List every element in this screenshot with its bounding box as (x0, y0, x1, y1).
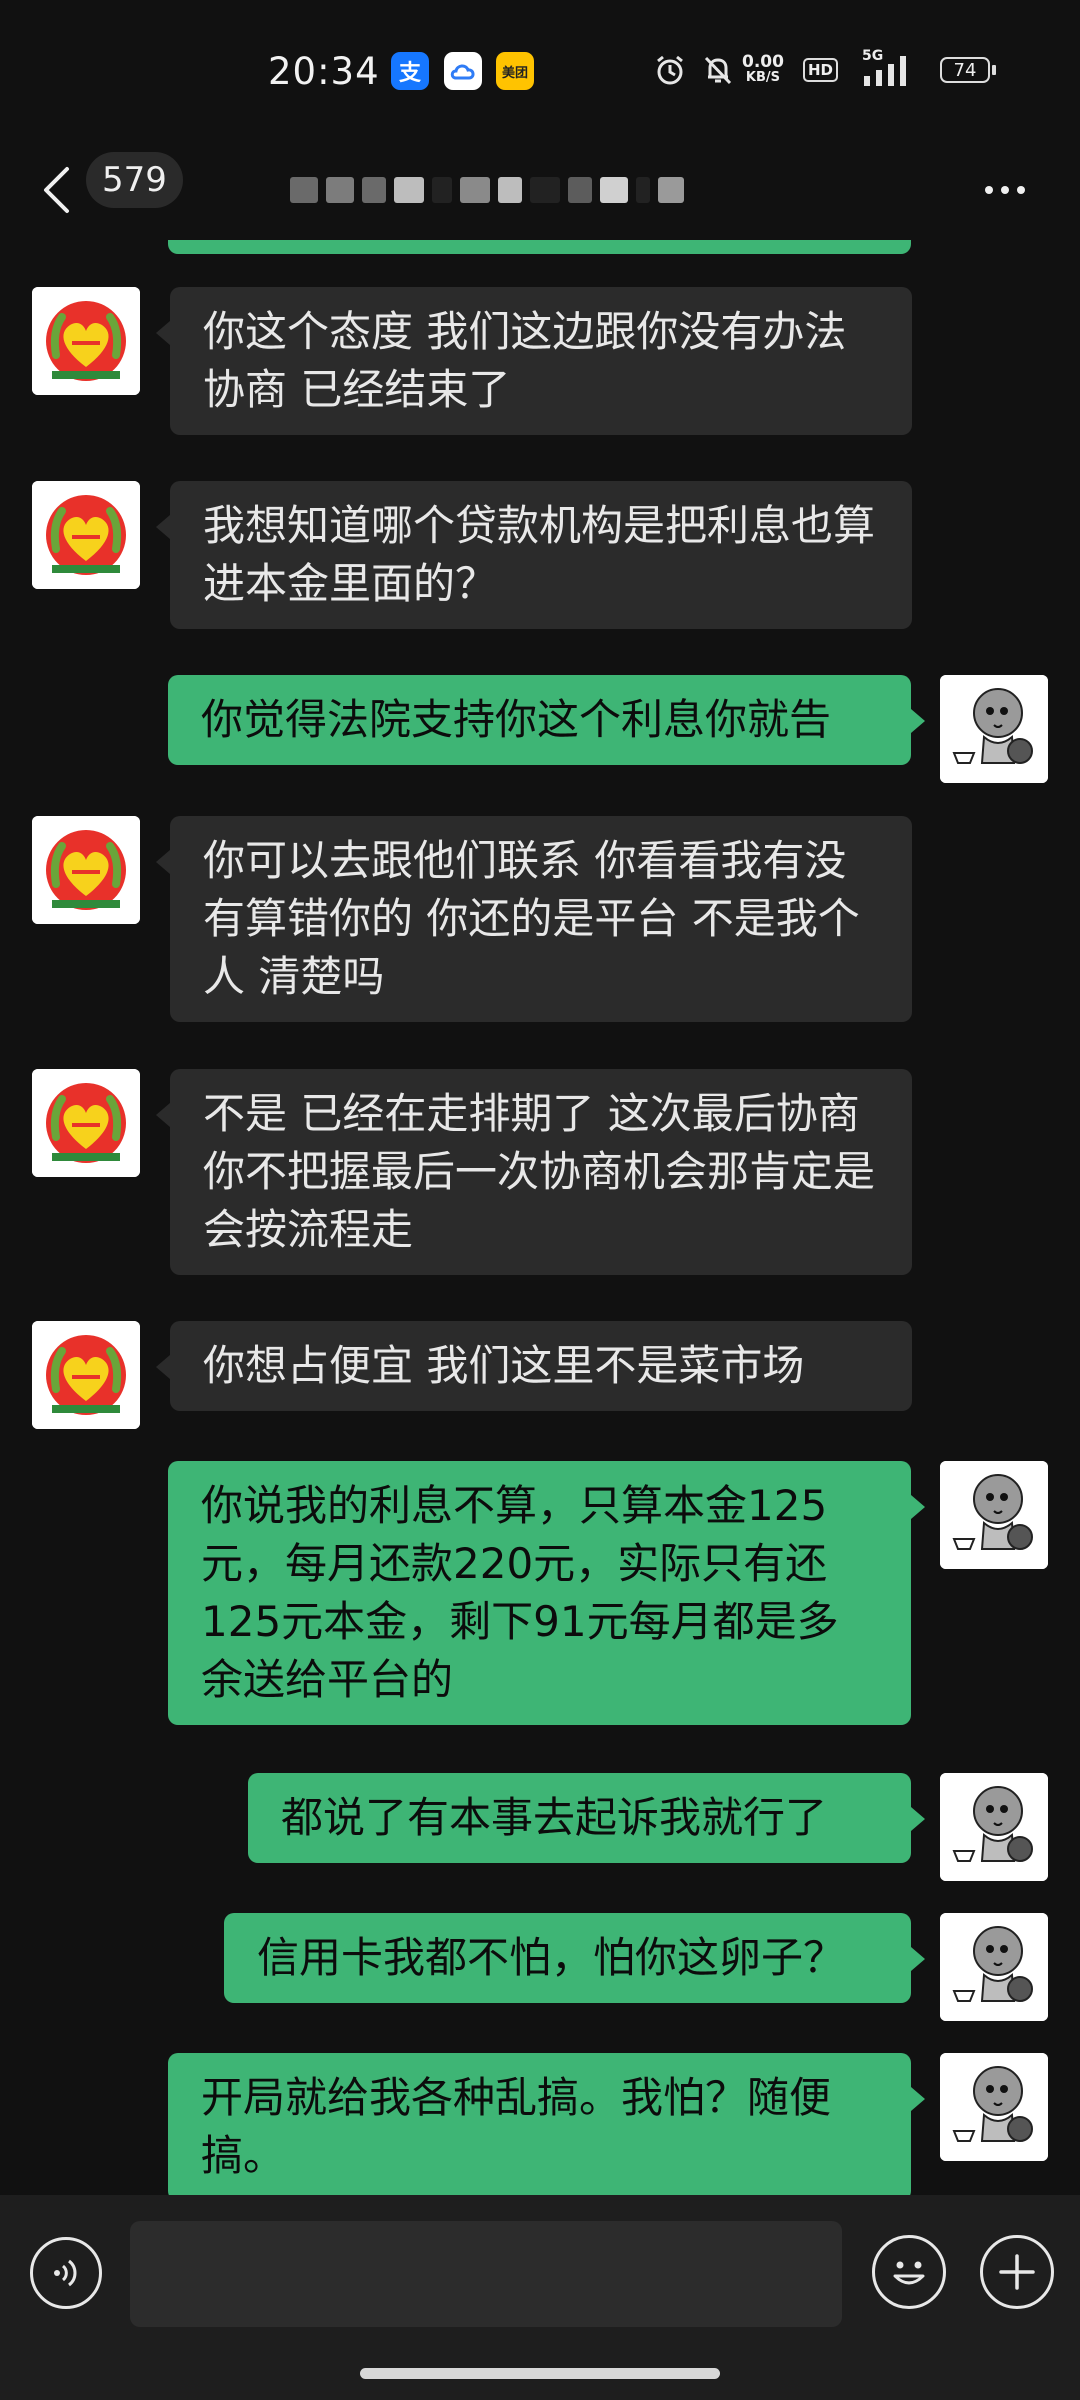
party-emblem-avatar-icon (32, 1069, 140, 1177)
contact-avatar[interactable] (32, 816, 140, 924)
cartoon-character-avatar-icon (940, 1773, 1048, 1881)
chat-header: 579 (0, 140, 1080, 240)
incoming-message-bubble[interactable]: 你这个态度 我们这边跟你没有办法协商 已经结束了 (156, 287, 912, 435)
incoming-message-bubble[interactable]: 你想占便宜 我们这里不是菜市场 (156, 1321, 912, 1411)
status-bar: 20:34 支 美团 0.00 KB/S HD 5G 74 (0, 0, 1080, 140)
network-speed: 0.00 KB/S (742, 48, 784, 92)
party-emblem-avatar-icon (32, 816, 140, 924)
mute-bell-icon (700, 48, 736, 92)
hd-label: HD (803, 58, 839, 82)
incoming-message-bubble[interactable]: 你可以去跟他们联系 你看看我有没有算错你的 你还的是平台 不是我个人 清楚吗 (156, 816, 912, 1022)
network-speed-unit: KB/S (745, 70, 781, 85)
cartoon-character-avatar-icon (940, 2053, 1048, 2161)
hd-voice-indicator: HD (803, 48, 839, 92)
party-emblem-avatar-icon (32, 481, 140, 589)
outgoing-message-bubble[interactable]: 都说了有本事去起诉我就行了 (248, 1773, 925, 1863)
incoming-message-bubble[interactable]: 不是 已经在走排期了 这次最后协商 你不把握最后一次协商机会那肯定是会按流程走 (156, 1069, 912, 1275)
plus-icon (999, 2254, 1035, 2290)
my-avatar[interactable] (940, 1913, 1048, 2021)
contact-avatar[interactable] (32, 287, 140, 395)
more-options-button[interactable] (980, 170, 1030, 210)
cloud-app-notification-icon (444, 52, 482, 90)
outgoing-message-bubble[interactable]: 信用卡我都不怕，怕你这卵子？ (224, 1913, 925, 2003)
status-time: 20:34 (268, 50, 380, 93)
voice-input-button[interactable] (30, 2237, 102, 2309)
battery-icon: 74 (940, 48, 996, 92)
message-list[interactable]: 你这个态度 我们这边跟你没有办法协商 已经结束了 我想知道哪个贷款机构是把利息也… (0, 240, 1080, 2195)
emoji-button[interactable] (872, 2235, 946, 2309)
contact-avatar[interactable] (32, 1069, 140, 1177)
outgoing-message-bubble[interactable]: 开局就给我各种乱搞。我怕？随便搞。 (168, 2053, 925, 2195)
my-avatar[interactable] (940, 675, 1048, 783)
cartoon-character-avatar-icon (940, 1461, 1048, 1569)
previous-message-sliver (168, 240, 911, 254)
more-horizontal-icon (985, 186, 993, 194)
cartoon-character-avatar-icon (940, 675, 1048, 783)
outgoing-message-bubble[interactable]: 你觉得法院支持你这个利息你就告 (168, 675, 925, 765)
incoming-message-bubble[interactable]: 我想知道哪个贷款机构是把利息也算进本金里面的？ (156, 481, 912, 629)
alipay-notification-icon: 支 (391, 52, 429, 90)
party-emblem-avatar-icon (32, 1321, 140, 1429)
alarm-icon (652, 48, 688, 92)
party-emblem-avatar-icon (32, 287, 140, 395)
unread-count-badge[interactable]: 579 (86, 152, 183, 208)
back-button[interactable] (34, 158, 78, 222)
contact-avatar[interactable] (32, 481, 140, 589)
contact-avatar[interactable] (32, 1321, 140, 1429)
message-input[interactable] (130, 2221, 842, 2327)
chevron-left-icon (44, 167, 69, 213)
emoji-icon (893, 2261, 925, 2285)
cartoon-character-avatar-icon (940, 1913, 1048, 2021)
my-avatar[interactable] (940, 2053, 1048, 2161)
my-avatar[interactable] (940, 1461, 1048, 1569)
my-avatar[interactable] (940, 1773, 1048, 1881)
more-functions-button[interactable] (980, 2235, 1054, 2309)
outgoing-message-bubble[interactable]: 你说我的利息不算，只算本金125元，每月还款220元，实际只有还125元本金，剩… (168, 1461, 925, 1725)
meituan-notification-icon: 美团 (496, 52, 534, 90)
battery-level: 74 (953, 59, 977, 81)
network-speed-value: 0.00 (742, 52, 784, 72)
signal-icon: 5G (862, 48, 916, 92)
home-indicator[interactable] (360, 2368, 720, 2379)
input-bar (0, 2195, 1080, 2400)
chat-title-redacted[interactable] (290, 170, 684, 210)
voice-icon (54, 2259, 77, 2287)
